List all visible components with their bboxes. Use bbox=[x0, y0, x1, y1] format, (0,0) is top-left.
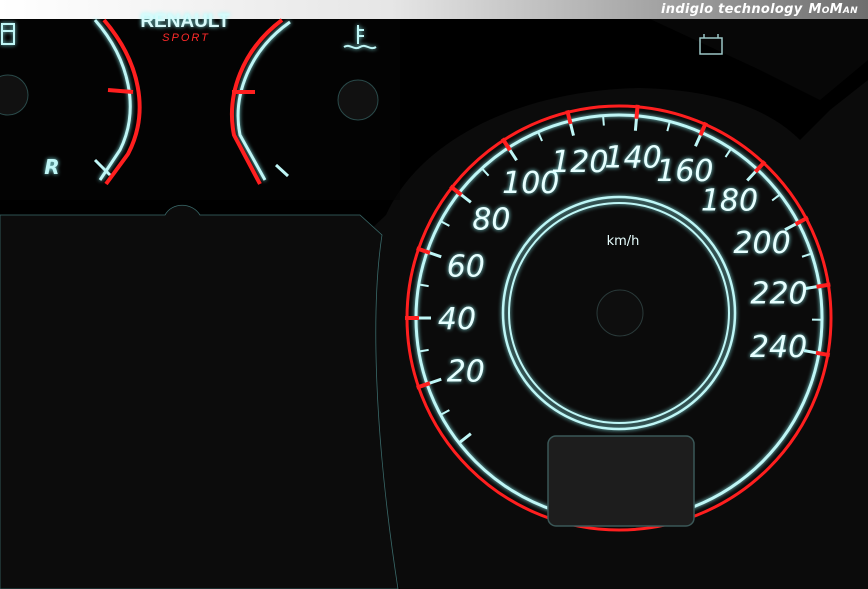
major-tick bbox=[633, 116, 639, 131]
minor-tick bbox=[602, 116, 605, 126]
brand-logo: RENAULT bbox=[140, 11, 230, 32]
brand-logo-sport: SPORT bbox=[162, 32, 210, 44]
speed-label: 20 bbox=[447, 355, 485, 390]
major-tick-red bbox=[634, 104, 640, 119]
speed-label: 180 bbox=[701, 184, 758, 219]
major-tick-red bbox=[816, 282, 831, 289]
instrument-cluster: RENAULT SPORT R km/h 2040608010012014016… bbox=[0, 11, 868, 589]
speed-label: 40 bbox=[438, 302, 476, 337]
speed-label: 240 bbox=[750, 330, 807, 365]
speed-unit-label: km/h bbox=[607, 234, 640, 249]
right-gauge-hub bbox=[337, 79, 379, 121]
top-right-notch bbox=[650, 19, 868, 100]
gear-indicator: R bbox=[44, 155, 59, 179]
odometer-display bbox=[547, 435, 695, 527]
speed-label: 60 bbox=[447, 249, 485, 284]
major-tick-red bbox=[815, 350, 831, 358]
speed-label: 200 bbox=[733, 226, 790, 261]
lower-left-panel bbox=[0, 204, 399, 589]
speed-label: 140 bbox=[604, 141, 661, 176]
speed-label: 120 bbox=[551, 145, 608, 180]
speed-label: 80 bbox=[472, 202, 510, 237]
speed-label: 220 bbox=[750, 277, 807, 312]
speedometer-hub bbox=[596, 289, 644, 337]
